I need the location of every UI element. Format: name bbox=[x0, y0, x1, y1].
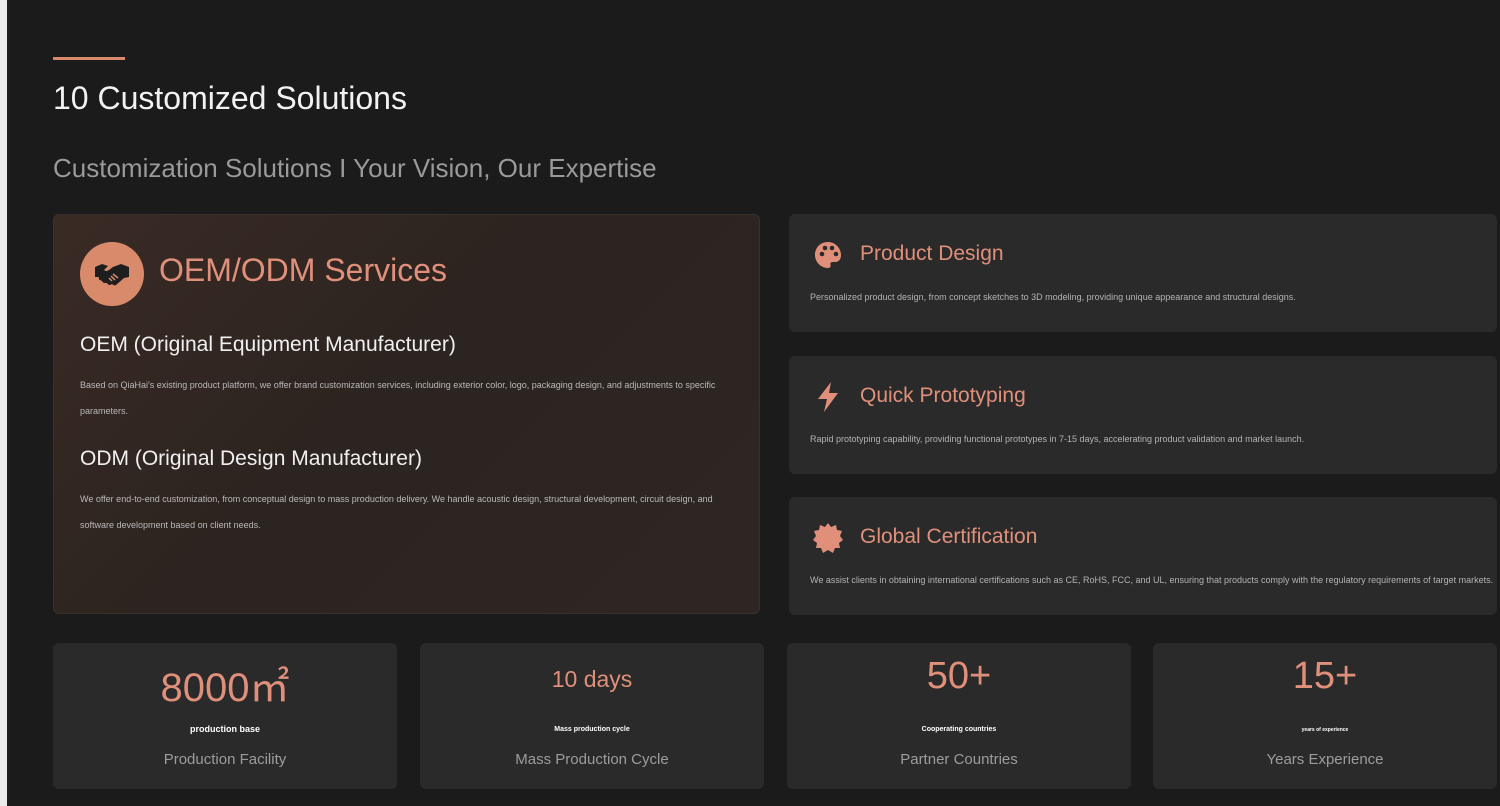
title-accent-line bbox=[53, 57, 125, 60]
oem-odm-card: OEM/ODM Services OEM (Original Equipment… bbox=[53, 214, 760, 614]
oem-description: Based on QiaHai's existing product platf… bbox=[80, 380, 716, 416]
stat-value: 8000㎡ bbox=[160, 666, 290, 710]
oem-odm-title: OEM/ODM Services bbox=[159, 252, 448, 288]
stat-label: Partner Countries bbox=[900, 751, 1018, 768]
palette-icon bbox=[811, 238, 845, 272]
stat-caption: Mass production cycle bbox=[554, 726, 630, 733]
stat-caption: production base bbox=[189, 724, 260, 734]
oem-heading: OEM (Original Equipment Manufacturer) bbox=[80, 333, 456, 356]
feature-card-quick-prototyping: Quick Prototyping Rapid prototyping capa… bbox=[789, 356, 1497, 474]
odm-description: We offer end-to-end customization, from … bbox=[80, 494, 713, 530]
window-edge bbox=[0, 0, 7, 806]
stat-card-partner-countries: 50+ Cooperating countries Partner Countr… bbox=[787, 643, 1131, 789]
page-title: 10 Customized Solutions bbox=[53, 80, 407, 116]
certificate-badge-icon bbox=[811, 521, 845, 555]
handshake-icon bbox=[80, 242, 144, 306]
stat-value: 50+ bbox=[926, 655, 992, 697]
feature-description: Personalized product design, from concep… bbox=[810, 292, 1296, 302]
lightning-icon bbox=[811, 380, 845, 414]
stat-card-mass-production-cycle: 10 days Mass production cycle Mass Produ… bbox=[420, 643, 764, 789]
stat-card-years-experience: 15+ years of experience Years Experience bbox=[1153, 643, 1497, 789]
feature-description: Rapid prototyping capability, providing … bbox=[810, 434, 1305, 444]
stat-caption: years of experience bbox=[1301, 727, 1349, 733]
feature-title: Global Certification bbox=[860, 525, 1038, 548]
feature-card-product-design: Product Design Personalized product desi… bbox=[789, 214, 1497, 332]
feature-title: Quick Prototyping bbox=[860, 384, 1026, 407]
stat-value: 10 days bbox=[551, 666, 633, 692]
stat-caption: Cooperating countries bbox=[921, 726, 997, 733]
feature-description: We assist clients in obtaining internati… bbox=[810, 575, 1494, 585]
page-subtitle: Customization Solutions I Your Vision, O… bbox=[53, 153, 657, 183]
feature-card-global-certification: Global Certification We assist clients i… bbox=[789, 497, 1497, 615]
stat-value: 15+ bbox=[1292, 655, 1358, 697]
feature-title: Product Design bbox=[860, 242, 1004, 265]
odm-heading: ODM (Original Design Manufacturer) bbox=[80, 447, 422, 470]
stat-card-production-facility: 8000㎡ production base Production Facilit… bbox=[53, 643, 397, 789]
stat-label: Years Experience bbox=[1266, 751, 1384, 768]
stat-label: Mass Production Cycle bbox=[515, 751, 669, 768]
stat-label: Production Facility bbox=[163, 751, 287, 768]
